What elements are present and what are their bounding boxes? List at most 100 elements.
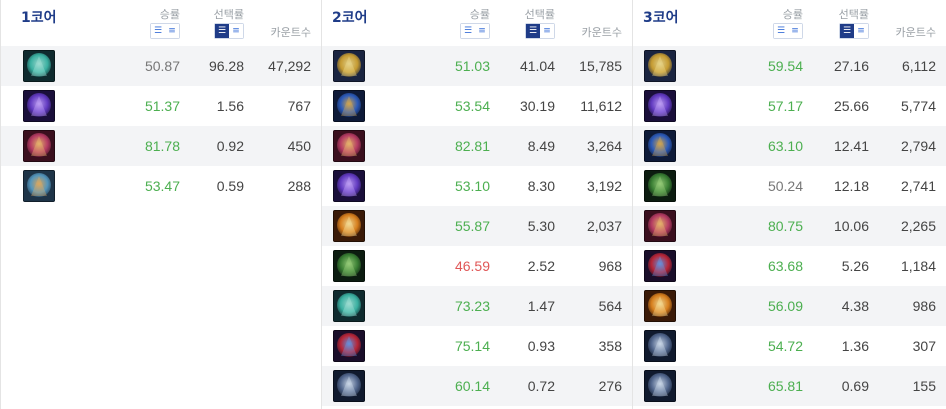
filter-desc-icon[interactable]: ☰ — [774, 24, 788, 38]
count-value: 2,037 — [586, 218, 622, 234]
void-staff-icon[interactable] — [23, 90, 55, 122]
count-value: 307 — [912, 338, 936, 354]
silver-armor-icon[interactable] — [644, 370, 676, 402]
count-value: 15,785 — [579, 58, 622, 74]
flaming-sword-icon[interactable] — [333, 210, 365, 242]
winrate-sort-toggle[interactable]: ☰ ≡ — [150, 23, 180, 39]
count-header[interactable]: 카운트수 — [271, 26, 311, 40]
pickrate-sort-toggle[interactable]: ☰ ≡ — [525, 23, 555, 39]
count-value: 11,612 — [580, 98, 622, 114]
serpent-fang-icon[interactable] — [23, 50, 55, 82]
count-value: 1,184 — [900, 258, 936, 274]
count-value: 564 — [598, 298, 622, 314]
table-row[interactable]: 53.10 8.30 3,192 — [322, 166, 632, 206]
table-row[interactable]: 53.47 0.59 288 — [1, 166, 321, 206]
silver-armor-icon[interactable] — [333, 370, 365, 402]
winrate-value: 60.14 — [454, 378, 490, 394]
winrate-sort-toggle[interactable]: ☰ ≡ — [460, 23, 490, 39]
table-row[interactable]: 63.68 5.26 1,184 — [633, 246, 946, 286]
pickrate-value: 27.16 — [833, 58, 869, 74]
sort-asc-icon[interactable]: ≡ — [854, 24, 868, 38]
pickrate-sort-toggle[interactable]: ☰ ≡ — [214, 23, 244, 39]
pickrate-sort-toggle[interactable]: ☰ ≡ — [839, 23, 869, 39]
sort-asc-icon[interactable]: ≡ — [540, 24, 554, 38]
book-rune-icon[interactable] — [644, 210, 676, 242]
pickrate-value: 0.93 — [527, 338, 555, 354]
table-row[interactable]: 75.14 0.93 358 — [322, 326, 632, 366]
table-row[interactable]: 50.24 12.18 2,741 — [633, 166, 946, 206]
filter-desc-icon[interactable]: ☰ — [215, 24, 229, 38]
count-header[interactable]: 카운트수 — [582, 26, 622, 40]
gold-chalice-icon[interactable] — [644, 50, 676, 82]
armored-hero-icon[interactable] — [23, 170, 55, 202]
void-staff-icon[interactable] — [644, 90, 676, 122]
winrate-header[interactable]: 승률 ☰ ≡ — [773, 8, 803, 39]
table-row[interactable]: 60.14 0.72 276 — [322, 366, 632, 406]
void-staff-icon[interactable] — [333, 170, 365, 202]
pickrate-header[interactable]: 선택률 ☰ ≡ — [214, 8, 244, 39]
count-label: 카운트수 — [581, 26, 622, 39]
red-blade-icon[interactable] — [644, 250, 676, 282]
winrate-header[interactable]: 승률 ☰ ≡ — [460, 8, 490, 39]
sort-asc-icon[interactable]: ≡ — [229, 24, 243, 38]
count-label: 카운트수 — [895, 26, 936, 39]
filter-desc-icon[interactable]: ☰ — [840, 24, 854, 38]
pickrate-header[interactable]: 선택률 ☰ ≡ — [839, 8, 869, 39]
count-label: 카운트수 — [270, 26, 311, 39]
table-row[interactable]: 50.87 96.28 47,292 — [1, 46, 321, 86]
section-header: 3코어 승률 ☰ ≡ 선택률 ☰ ≡ 카운트수 — [633, 0, 946, 46]
count-value: 358 — [598, 338, 622, 354]
sort-asc-icon[interactable]: ≡ — [165, 24, 179, 38]
winrate-sort-toggle[interactable]: ☰ ≡ — [773, 23, 803, 39]
count-value: 276 — [598, 378, 622, 394]
book-rune-icon[interactable] — [23, 130, 55, 162]
green-thorns-icon[interactable] — [333, 250, 365, 282]
silver-armor-icon[interactable] — [644, 330, 676, 362]
table-row[interactable]: 56.09 4.38 986 — [633, 286, 946, 326]
table-row[interactable]: 59.54 27.16 6,112 — [633, 46, 946, 86]
table-row[interactable]: 46.59 2.52 968 — [322, 246, 632, 286]
count-value: 767 — [287, 98, 311, 114]
winrate-label: 승률 — [469, 8, 490, 21]
blue-warrior-icon[interactable] — [333, 90, 365, 122]
count-header[interactable]: 카운트수 — [896, 26, 936, 40]
green-thorns-icon[interactable] — [644, 170, 676, 202]
filter-desc-icon[interactable]: ☰ — [461, 24, 475, 38]
winrate-value: 54.72 — [767, 338, 803, 354]
pickrate-value: 0.59 — [216, 178, 244, 194]
pickrate-value: 10.06 — [833, 218, 869, 234]
pickrate-value: 0.72 — [527, 378, 555, 394]
blue-warrior-icon[interactable] — [644, 130, 676, 162]
table-row[interactable]: 63.10 12.41 2,794 — [633, 126, 946, 166]
filter-desc-icon[interactable]: ☰ — [526, 24, 540, 38]
winrate-value: 59.54 — [767, 58, 803, 74]
winrate-header[interactable]: 승률 ☰ ≡ — [150, 8, 180, 39]
table-row[interactable]: 81.78 0.92 450 — [1, 126, 321, 166]
table-row[interactable]: 54.72 1.36 307 — [633, 326, 946, 366]
winrate-value: 81.78 — [144, 138, 180, 154]
flaming-sword-icon[interactable] — [644, 290, 676, 322]
pickrate-header[interactable]: 선택률 ☰ ≡ — [525, 8, 555, 39]
core-section-2: 2코어 승률 ☰ ≡ 선택률 ☰ ≡ 카운트수 51.03 41.04 15,785 — [322, 0, 633, 409]
table-row[interactable]: 57.17 25.66 5,774 — [633, 86, 946, 126]
serpent-fang-icon[interactable] — [333, 290, 365, 322]
red-blade-icon[interactable] — [333, 330, 365, 362]
sort-asc-icon[interactable]: ≡ — [475, 24, 489, 38]
table-row[interactable]: 51.03 41.04 15,785 — [322, 46, 632, 86]
table-row[interactable]: 55.87 5.30 2,037 — [322, 206, 632, 246]
winrate-value: 75.14 — [454, 338, 490, 354]
table-row[interactable]: 73.23 1.47 564 — [322, 286, 632, 326]
winrate-value: 50.87 — [144, 58, 180, 74]
table-row[interactable]: 65.81 0.69 155 — [633, 366, 946, 406]
section-title: 3코어 — [643, 10, 679, 26]
table-row[interactable]: 51.37 1.56 767 — [1, 86, 321, 126]
table-row[interactable]: 53.54 30.19 11,612 — [322, 86, 632, 126]
gold-chalice-icon[interactable] — [333, 50, 365, 82]
winrate-value: 51.03 — [454, 58, 490, 74]
sort-asc-icon[interactable]: ≡ — [788, 24, 802, 38]
book-rune-icon[interactable] — [333, 130, 365, 162]
table-row[interactable]: 80.75 10.06 2,265 — [633, 206, 946, 246]
table-row[interactable]: 82.81 8.49 3,264 — [322, 126, 632, 166]
count-value: 2,794 — [900, 138, 936, 154]
filter-desc-icon[interactable]: ☰ — [151, 24, 165, 38]
